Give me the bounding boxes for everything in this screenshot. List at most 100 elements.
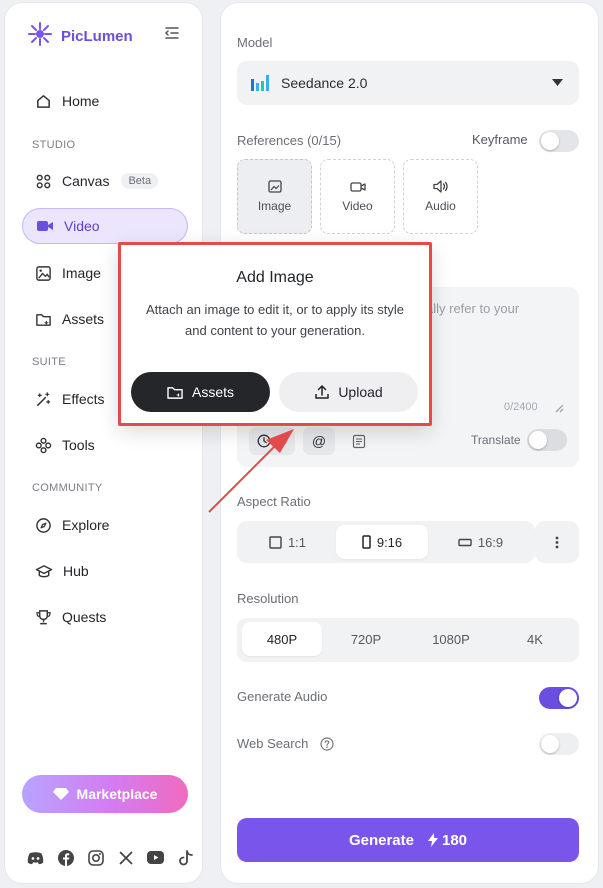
sidebar-item-label: Hub xyxy=(63,563,89,579)
aspect-option-1-1[interactable]: 1:1 xyxy=(241,525,334,559)
popover-title: Add Image xyxy=(236,269,314,286)
model-label: Model xyxy=(237,35,273,50)
translate-toggle[interactable] xyxy=(527,429,567,451)
sidebar-item-quests[interactable]: Quests xyxy=(22,599,188,635)
toggle-knob xyxy=(559,689,577,707)
assets-button[interactable]: Assets xyxy=(131,372,270,412)
tiktok-icon[interactable] xyxy=(177,849,194,866)
instagram-icon[interactable] xyxy=(87,849,104,866)
resolution-option-label: 720P xyxy=(350,631,382,647)
char-counter: 0/2400 xyxy=(504,401,538,413)
compass-icon xyxy=(36,517,51,533)
speaker-icon xyxy=(432,180,448,193)
marketplace-label: Marketplace xyxy=(76,786,158,802)
resolution-option-label: 480P xyxy=(266,631,298,647)
reference-audio-tile[interactable]: Audio xyxy=(403,159,478,234)
clock-icon xyxy=(257,434,271,448)
graduation-cap-icon xyxy=(35,564,53,577)
aspect-ratio-label: Aspect Ratio xyxy=(237,494,311,509)
brand[interactable]: PicLumen xyxy=(27,21,133,52)
facebook-icon[interactable] xyxy=(57,849,74,866)
sidebar-item-label: Image xyxy=(62,265,101,281)
resolution-option-480p[interactable]: 480P xyxy=(242,622,322,656)
landscape-icon xyxy=(458,538,472,546)
generate-label: Generate xyxy=(348,831,414,849)
x-icon[interactable] xyxy=(117,849,134,866)
generate-audio-toggle[interactable] xyxy=(539,687,579,709)
aspect-ratio-selector: 1:1 9:16 16:9 xyxy=(237,521,535,563)
aspect-option-9-16[interactable]: 9:16 xyxy=(336,525,428,559)
aspect-option-16-9[interactable]: 16:9 xyxy=(430,525,531,559)
seedance-logo-icon xyxy=(251,75,269,91)
sidebar-item-label: Home xyxy=(62,93,100,109)
help-circle-icon[interactable] xyxy=(320,737,334,751)
section-label-studio: STUDIO xyxy=(32,139,76,151)
sidebar: PicLumen Home STUDIO Canvas Beta Video I… xyxy=(4,2,203,884)
reference-video-tile[interactable]: Video xyxy=(320,159,395,234)
portrait-icon xyxy=(362,535,371,549)
credit-cost: 180 xyxy=(428,832,467,849)
image-icon xyxy=(36,265,51,281)
resolution-option-1080p[interactable]: 1080P xyxy=(409,622,493,656)
reference-image-tile[interactable]: Image xyxy=(237,159,312,234)
sidebar-item-video[interactable]: Video xyxy=(22,208,188,244)
assets-folder-icon xyxy=(36,313,51,326)
prompt-template-button[interactable] xyxy=(345,427,373,455)
marketplace-button[interactable]: Marketplace xyxy=(22,775,188,813)
mention-button[interactable]: @ xyxy=(303,427,335,455)
piclumen-logo-icon xyxy=(27,21,53,52)
lightning-icon xyxy=(428,833,438,847)
resize-handle-icon[interactable] xyxy=(554,403,564,413)
sidebar-item-label: Canvas xyxy=(62,173,110,189)
sidebar-item-label: Tools xyxy=(62,437,95,453)
prompt-placeholder-fragment: ally refer to your xyxy=(426,301,520,316)
references-label: References (0/15) xyxy=(237,133,342,148)
upload-button[interactable]: Upload xyxy=(279,372,418,412)
duration-button[interactable]: 4s xyxy=(249,427,295,455)
web-search-toggle[interactable] xyxy=(539,733,579,755)
reference-tile-label: Audio xyxy=(425,199,456,213)
section-label-community: COMMUNITY xyxy=(32,482,103,494)
collapse-sidebar-icon[interactable] xyxy=(163,24,181,42)
sidebar-item-canvas[interactable]: Canvas Beta xyxy=(22,163,188,199)
magic-wand-icon xyxy=(37,391,51,406)
credit-amount: 180 xyxy=(442,831,468,849)
add-image-popover: Add Image Attach an image to edit it, or… xyxy=(118,242,432,426)
discord-icon[interactable] xyxy=(27,849,44,866)
assets-folder-icon xyxy=(167,386,183,399)
sidebar-item-hub[interactable]: Hub xyxy=(22,553,188,589)
model-value: Seedance 2.0 xyxy=(281,75,368,91)
reference-tile-label: Video xyxy=(342,198,373,213)
sidebar-item-label: Explore xyxy=(62,517,110,533)
resolution-option-4k[interactable]: 4K xyxy=(495,622,575,656)
chevron-down-icon xyxy=(552,79,563,86)
duration-value: 4s xyxy=(275,435,287,447)
generation-panel: Model Seedance 2.0 References (0/15) Key… xyxy=(220,2,599,884)
resolution-selector: 480P 720P 1080P 4K xyxy=(237,618,579,662)
translate-label: Translate xyxy=(471,433,521,447)
generate-button[interactable]: Generate 180 xyxy=(237,818,579,862)
upload-icon xyxy=(315,385,330,399)
sidebar-item-home[interactable]: Home xyxy=(22,83,188,119)
more-aspect-options-button[interactable] xyxy=(535,521,579,563)
aspect-option-label: 16:9 xyxy=(477,534,504,550)
canvas-icon xyxy=(36,174,51,188)
sidebar-item-label: Effects xyxy=(62,391,105,407)
document-list-icon xyxy=(352,434,366,448)
assets-button-label: Assets xyxy=(191,384,234,400)
at-sign-icon: @ xyxy=(311,433,327,449)
resolution-option-720p[interactable]: 720P xyxy=(325,622,407,656)
trophy-icon xyxy=(36,609,51,624)
toggle-knob xyxy=(529,431,547,449)
keyframe-toggle[interactable] xyxy=(539,130,579,152)
sidebar-item-explore[interactable]: Explore xyxy=(22,507,188,543)
diamond-icon xyxy=(52,788,69,800)
youtube-icon[interactable] xyxy=(147,849,164,866)
keyframe-label: Keyframe xyxy=(472,132,528,147)
toggle-knob xyxy=(541,735,559,753)
model-select[interactable]: Seedance 2.0 xyxy=(237,61,579,105)
social-links xyxy=(27,849,194,866)
sidebar-item-label: Assets xyxy=(62,311,105,327)
resolution-option-label: 1080P xyxy=(432,631,470,647)
sidebar-item-tools[interactable]: Tools xyxy=(22,427,188,463)
